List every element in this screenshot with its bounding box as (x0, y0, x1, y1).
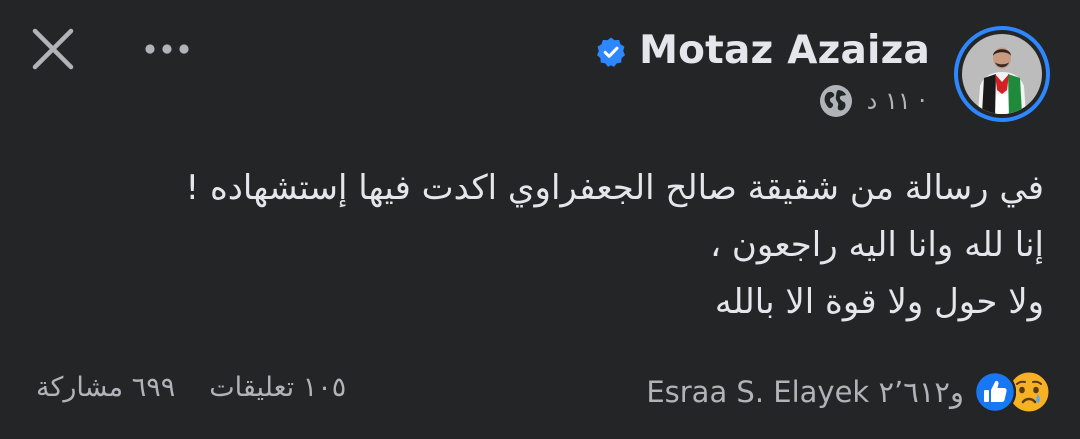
comments-count[interactable]: ١٠٥ تعليقات (209, 372, 346, 403)
close-button[interactable] (28, 24, 78, 74)
post-text-line: إنا لله وانا اليه راجعون ، (710, 225, 1044, 265)
reactions-label: Esraa S. Elayek و٢٬٦١٢ (646, 375, 964, 409)
like-icon (974, 371, 1016, 413)
post-text-line: ولا حول ولا قوة الا بالله (714, 282, 1044, 322)
post-footer: Esraa S. Elayek و٢٬٦١٢ ١٠٥ تعليقات ٦٩٩ م… (0, 368, 1080, 418)
author-name[interactable]: Motaz Azaiza (639, 28, 930, 74)
post-meta: ١١ د · (819, 84, 926, 118)
avatar (962, 34, 1042, 114)
more-options-icon (145, 44, 189, 54)
shares-count[interactable]: ٦٩٩ مشاركة (36, 372, 175, 403)
post-header: Motaz Azaiza ١١ د · (595, 26, 1050, 122)
verified-badge-icon (597, 37, 626, 67)
post-timestamp[interactable]: ١١ د · (867, 86, 926, 116)
author-name-row: Motaz Azaiza (595, 28, 930, 74)
reaction-icons (974, 368, 1052, 416)
post-text-line: في رسالة من شقيقة صالح الجعفراوي اكدت في… (185, 168, 1044, 208)
globe-icon[interactable] (819, 84, 853, 118)
more-options-button[interactable] (140, 36, 200, 62)
author-block: Motaz Azaiza ١١ د · (595, 28, 930, 118)
reactions-summary[interactable]: Esraa S. Elayek و٢٬٦١٢ (646, 368, 1052, 416)
author-avatar-link[interactable] (954, 26, 1050, 122)
engagement-counts: ١٠٥ تعليقات ٦٩٩ مشاركة (36, 372, 346, 403)
post-body: في رسالة من شقيقة صالح الجعفراوي اكدت في… (44, 160, 1044, 331)
close-icon (32, 28, 74, 70)
